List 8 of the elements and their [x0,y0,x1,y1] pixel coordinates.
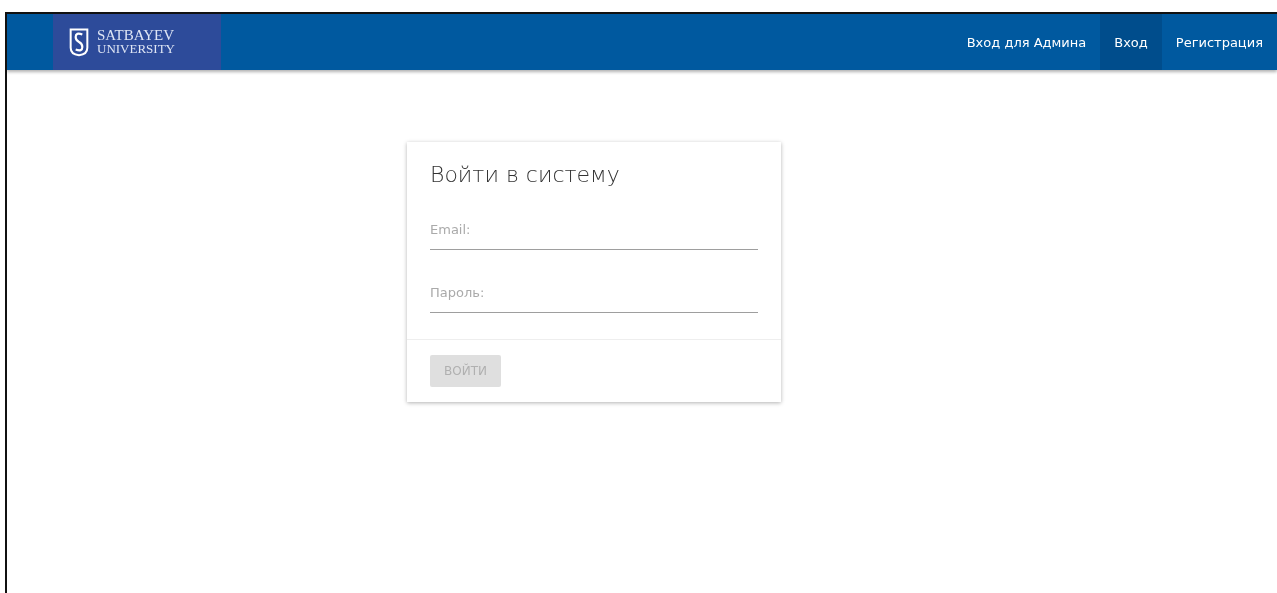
login-title: Войти в систему [430,162,621,187]
nav-link[interactable]: Вход для Админа [952,14,1101,70]
logo-subtext: UNIVERSITY [97,42,175,55]
logo-icon [69,27,89,57]
nav-link[interactable]: Вход [1100,14,1162,70]
logo-panel[interactable]: SATBAYEV UNIVERSITY [53,14,221,70]
logo-text: SATBAYEV [97,29,175,42]
nav-link[interactable]: Регистрация [1161,14,1277,70]
